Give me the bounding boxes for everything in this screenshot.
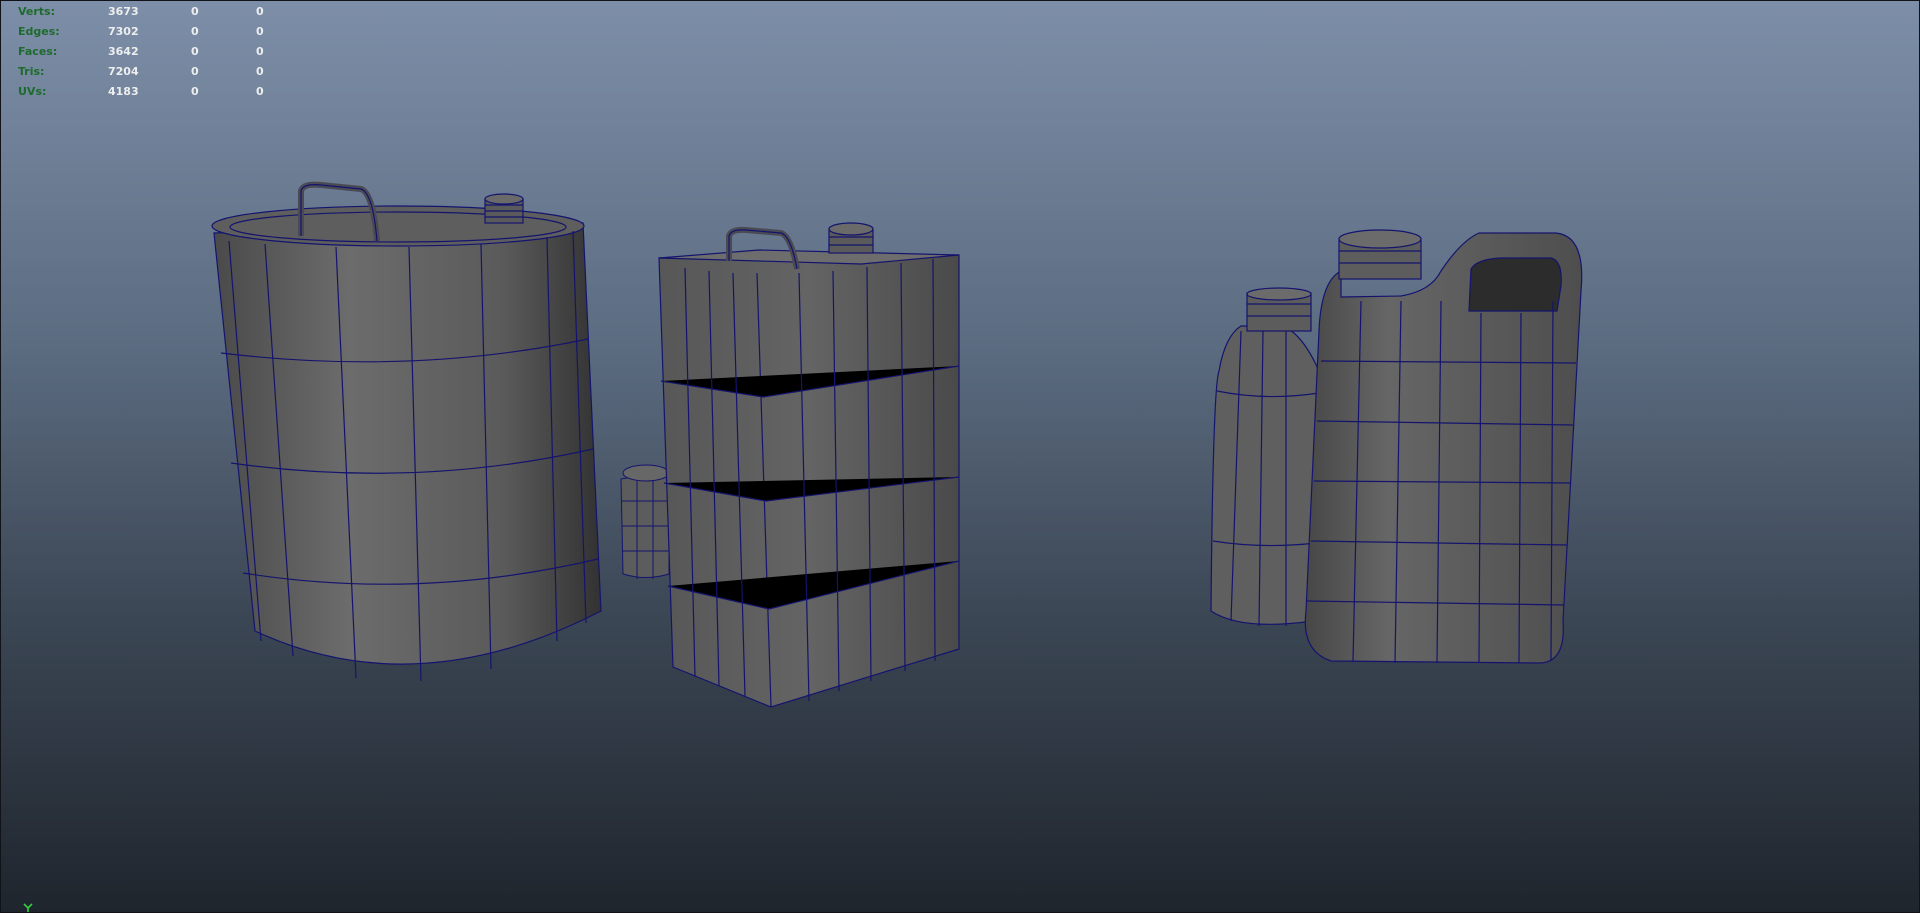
hud-label: UVs: [18, 85, 47, 98]
hud-selected: 0 [191, 5, 199, 18]
hud-label: Edges: [18, 25, 60, 38]
scene-render [211, 181, 1583, 708]
plastic-jerrycan[interactable] [1304, 229, 1583, 664]
hud-label: Verts: [18, 5, 56, 18]
small-cap[interactable] [620, 464, 670, 579]
hud-total: 3642 [108, 45, 139, 58]
hud-total: 3673 [108, 5, 139, 18]
hud-selected: 0 [191, 25, 199, 38]
hud-component: 0 [256, 5, 264, 18]
round-oil-drum[interactable] [211, 181, 602, 682]
hud-label: Faces: [18, 45, 58, 58]
hud-component: 0 [256, 25, 264, 38]
hud-total: 7302 [108, 25, 139, 38]
small-bottle[interactable] [1210, 287, 1320, 627]
hud-selected: 0 [191, 85, 199, 98]
rectangular-oil-can[interactable] [658, 222, 960, 708]
hud-total: 4183 [108, 85, 139, 98]
hud-component: 0 [256, 85, 264, 98]
3d-viewport[interactable]: Verts: 3673 0 0 Edges: 7302 0 0 Faces: 3… [0, 0, 1920, 913]
hud-component: 0 [256, 45, 264, 58]
hud-selected: 0 [191, 65, 199, 78]
hud-label: Tris: [18, 65, 45, 78]
hud-component: 0 [256, 65, 264, 78]
axis-gizmo-icon [23, 903, 33, 912]
hud-selected: 0 [191, 45, 199, 58]
hud-total: 7204 [108, 65, 139, 78]
